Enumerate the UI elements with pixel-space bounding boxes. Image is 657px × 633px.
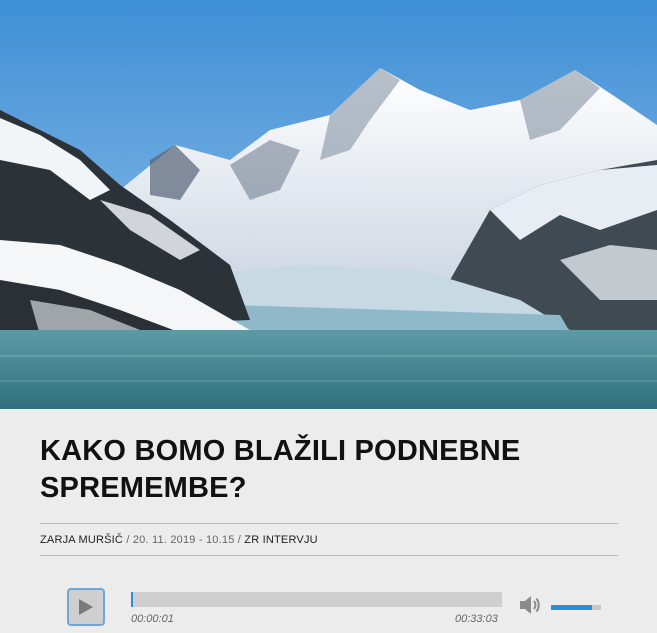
speaker-icon[interactable] xyxy=(520,596,542,614)
show-link[interactable]: ZR INTERVJU xyxy=(244,534,318,546)
progress-bar[interactable] xyxy=(131,592,502,607)
current-time: 00:00:01 xyxy=(131,613,174,625)
meta-separator: / xyxy=(123,534,133,546)
volume-slider[interactable] xyxy=(551,605,601,610)
article-meta: ZARJA MURŠIČ / 20. 11. 2019 - 10.15 / ZR… xyxy=(40,524,618,555)
duration: 00:33:03 xyxy=(455,613,498,625)
play-icon xyxy=(79,599,93,615)
article-title: KAKO BOMO BLAŽILI PODNEBNE SPREMEMBE? xyxy=(40,435,521,504)
progress-fill xyxy=(131,592,133,607)
volume-fill xyxy=(551,605,592,610)
glacier-mountains-image xyxy=(0,0,657,409)
author-link[interactable]: ZARJA MURŠIČ xyxy=(40,534,123,546)
play-button[interactable] xyxy=(67,588,105,626)
meta-separator: / xyxy=(234,534,245,546)
article-header: KAKO BOMO BLAŽILI PODNEBNE SPREMEMBE? ZA… xyxy=(40,409,618,556)
divider xyxy=(40,555,618,556)
audio-player: 00:00:01 00:33:03 xyxy=(0,583,657,633)
hero-image xyxy=(0,0,657,409)
publish-date: 20. 11. 2019 - 10.15 xyxy=(132,534,235,546)
